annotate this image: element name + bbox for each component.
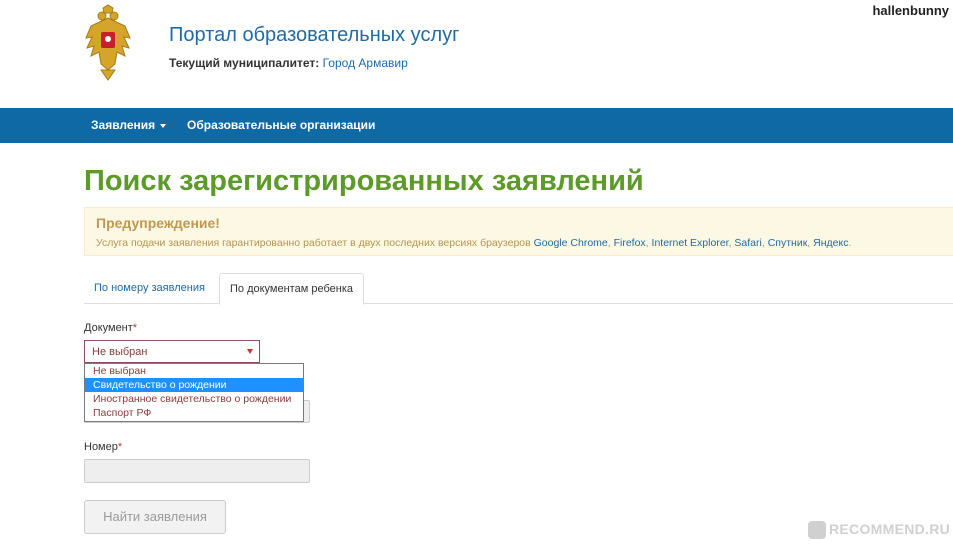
document-label: Документ* <box>84 322 137 334</box>
tabs-divider <box>84 303 953 304</box>
link-firefox[interactable]: Firefox <box>614 237 646 249</box>
municipality-row: Текущий муниципалитет: Город Армавир <box>169 56 408 70</box>
nav-applications-menu[interactable]: Заявления <box>91 118 167 132</box>
dropdown-option-birth-certificate[interactable]: Свидетельство о рождении <box>85 378 303 392</box>
caret-down-icon <box>160 123 167 128</box>
link-safari[interactable]: Safari <box>734 237 761 249</box>
coat-of-arms-icon <box>85 4 131 81</box>
link-internet-explorer[interactable]: Internet Explorer <box>652 237 729 249</box>
search-applications-button[interactable]: Найти заявления <box>84 500 226 534</box>
document-select[interactable]: Не выбран <box>84 340 260 363</box>
tab-by-application-number[interactable]: По номеру заявления <box>84 273 215 303</box>
number-label: Номер* <box>84 441 122 453</box>
municipality-label: Текущий муниципалитет: <box>169 56 320 70</box>
portal-title[interactable]: Портал образовательных услуг <box>169 24 459 47</box>
document-label-text: Документ <box>84 322 133 334</box>
link-yandex[interactable]: Яндекс <box>813 237 848 249</box>
nav-applications-label: Заявления <box>91 118 156 132</box>
watermark-text: RECOMMEND.RU <box>829 521 951 537</box>
user-name[interactable]: hallenbunny <box>872 3 949 18</box>
tab-by-child-documents[interactable]: По документам ребенка <box>219 273 364 305</box>
warning-text: Услуга подачи заявления гарантированно р… <box>96 237 852 249</box>
required-mark: * <box>132 322 138 334</box>
number-label-text: Номер <box>84 441 118 453</box>
warning-title: Предупреждение! <box>96 215 220 231</box>
main-navbar: Заявления Образовательные организации <box>0 108 953 143</box>
document-dropdown-list: Не выбран Свидетельство о рождении Иност… <box>84 363 304 422</box>
required-mark: * <box>117 441 123 453</box>
warning-message: Услуга подачи заявления гарантированно р… <box>96 237 531 249</box>
browser-warning: Предупреждение! Услуга подачи заявления … <box>84 207 953 256</box>
document-select-value: Не выбран <box>92 346 148 358</box>
dropdown-option-passport[interactable]: Паспорт РФ <box>85 406 303 420</box>
dropdown-option-not-selected[interactable]: Не выбран <box>85 364 303 378</box>
page-title: Поиск зарегистрированных заявлений <box>84 165 644 197</box>
number-input[interactable] <box>84 459 310 483</box>
link-sputnik[interactable]: Спутник <box>768 237 808 249</box>
link-google-chrome[interactable]: Google Chrome <box>534 237 608 249</box>
recommend-logo-icon <box>808 521 826 539</box>
dropdown-arrow-icon <box>247 349 253 354</box>
municipality-link[interactable]: Город Армавир <box>323 56 408 70</box>
nav-organizations[interactable]: Образовательные организации <box>187 118 375 132</box>
dropdown-option-foreign-birth-certificate[interactable]: Иностранное свидетельство о рождении <box>85 392 303 406</box>
